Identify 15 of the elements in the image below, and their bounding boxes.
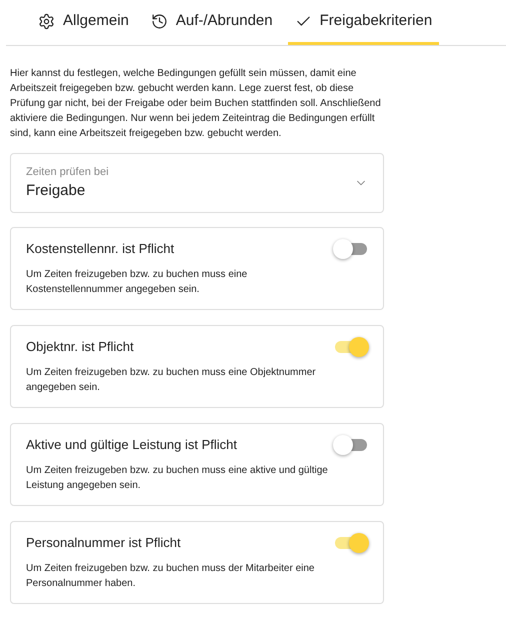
intro-text: Hier kannst du festlegen, welche Bedingungen gefüllt sein müssen, damit eine Arbeitszeit freigegeben bzw. gebucht werden kann. Lege zuerst fest, ob diese Prüfung gar nicht, bei der Freigabe oder beim Buchen stattfinden soll. Anschließend aktiviere die Bedingungen. Nur wenn bei jedem Zeiteintrag die Bedingungen erfüllt sind, kann eine Arbeitszeit freigegeben bzw. gebucht werden. — [10, 67, 382, 141]
condition-title: Kostenstellennr. ist Pflicht — [26, 240, 174, 258]
tab[interactable]: Freigabekriterien — [288, 0, 440, 45]
condition-description: Um Zeiten freizugeben bzw. zu buchen muss eine Kostenstellennummer angegeben sein. — [26, 268, 248, 296]
condition-title: Objektnr. ist Pflicht — [26, 338, 134, 356]
gear-icon — [38, 12, 55, 30]
tab[interactable]: Auf-/Abrunden — [144, 0, 280, 45]
condition-title: Aktive und gültige Leistung ist Pflicht — [26, 436, 238, 454]
tab[interactable]: Allgemein — [31, 0, 136, 45]
condition-description: Um Zeiten freizugeben bzw. zu buchen muss der Mitarbeiter eine Personalnummer haben. — [26, 562, 316, 590]
select-field[interactable]: Zeiten prüfen bei Freigabe — [10, 153, 384, 213]
history-icon — [150, 12, 168, 30]
condition-description: Um Zeiten freizugeben bzw. zu buchen muss eine aktive und gültige Leistung angegeben sein. — [26, 464, 329, 492]
condition-description: Um Zeiten freizugeben bzw. zu buchen muss eine Objektnummer angegeben sein. — [26, 366, 317, 394]
condition-title: Personalnummer ist Pflicht — [26, 534, 181, 552]
